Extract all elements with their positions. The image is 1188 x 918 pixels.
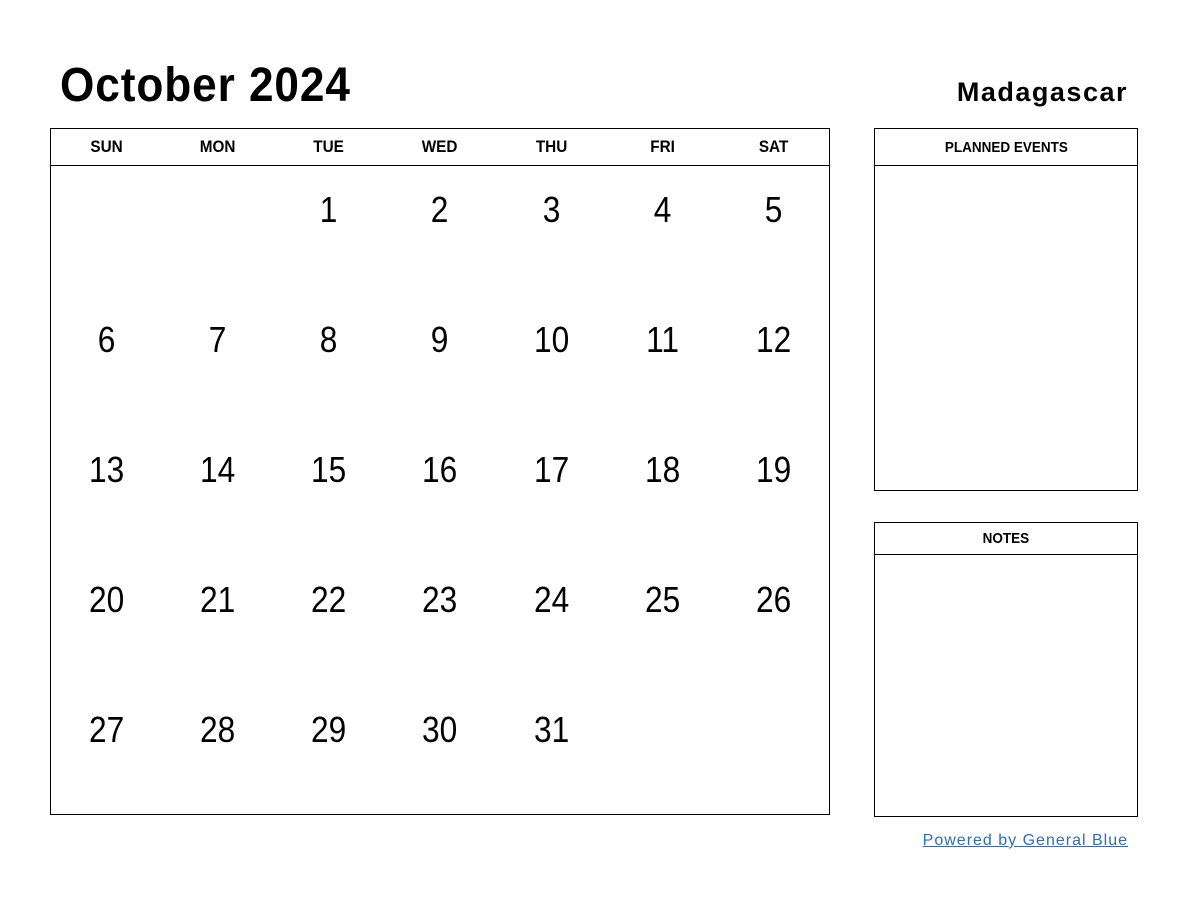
day-cell: 3 xyxy=(542,189,560,230)
day-cell: 29 xyxy=(311,709,347,750)
weekday-header: SUN MON TUE WED THU FRI SAT xyxy=(51,129,829,166)
empty-day-cell xyxy=(58,166,156,296)
month-calendar: SUN MON TUE WED THU FRI SAT 1 2 3 4 5 6 7 8 9 10 1… xyxy=(50,128,830,815)
day-cell: 8 xyxy=(320,319,338,360)
day-cell: 1 xyxy=(320,189,338,230)
weekday-fri: FRI xyxy=(649,137,675,156)
powered-by-link[interactable]: Powered by General Blue xyxy=(923,832,1128,850)
notes-box: NOTES xyxy=(874,522,1138,817)
day-cell: 9 xyxy=(431,319,449,360)
planned-events-box: PLANNED EVENTS xyxy=(874,128,1138,491)
day-cell: 5 xyxy=(764,189,783,230)
day-cell: 30 xyxy=(422,709,458,750)
day-cell: 17 xyxy=(533,449,569,490)
day-cell: 19 xyxy=(755,449,792,490)
day-cell: 23 xyxy=(422,579,458,620)
day-cell: 31 xyxy=(533,709,569,750)
day-cell: 4 xyxy=(653,189,672,230)
empty-day-cell xyxy=(169,166,267,296)
day-cell: 7 xyxy=(208,319,227,360)
day-cell: 22 xyxy=(311,579,347,620)
day-cell: 24 xyxy=(533,579,569,620)
notes-label: NOTES xyxy=(982,530,1030,547)
weekday-sun: SUN xyxy=(90,137,123,156)
day-cell: 6 xyxy=(97,319,116,360)
day-cell: 15 xyxy=(311,449,347,490)
weekday-tue: TUE xyxy=(313,137,345,156)
empty-day-cell xyxy=(725,686,823,816)
day-cell: 13 xyxy=(88,449,125,490)
day-cell: 11 xyxy=(645,319,679,360)
day-cell: 12 xyxy=(755,319,792,360)
calendar-grid: 1 2 3 4 5 6 7 8 9 10 11 12 13 14 15 16 17 18 19 20 21 22 23 24 2… xyxy=(51,166,829,816)
empty-day-cell xyxy=(613,686,711,816)
country-label: Madagascar xyxy=(956,77,1128,107)
planned-events-label: PLANNED EVENTS xyxy=(944,138,1068,156)
day-cell: 21 xyxy=(200,579,236,620)
calendar-page: October 2024 Madagascar SUN MON TUE WED … xyxy=(0,0,1188,918)
day-cell: 16 xyxy=(422,449,458,490)
day-cell: 25 xyxy=(644,579,680,620)
day-cell: 27 xyxy=(88,709,125,750)
page-title: October 2024 xyxy=(60,59,351,112)
notes-header: NOTES xyxy=(875,523,1137,555)
weekday-thu: THU xyxy=(535,137,567,156)
day-cell: 20 xyxy=(88,579,125,620)
day-cell: 14 xyxy=(200,449,236,490)
day-cell: 28 xyxy=(200,709,236,750)
day-cell: 18 xyxy=(644,449,680,490)
day-cell: 10 xyxy=(533,319,569,360)
weekday-mon: MON xyxy=(199,137,236,156)
day-cell: 2 xyxy=(431,189,449,230)
weekday-sat: SAT xyxy=(758,137,789,156)
planned-events-header: PLANNED EVENTS xyxy=(875,129,1137,166)
day-cell: 26 xyxy=(755,579,792,620)
weekday-wed: WED xyxy=(422,137,458,156)
